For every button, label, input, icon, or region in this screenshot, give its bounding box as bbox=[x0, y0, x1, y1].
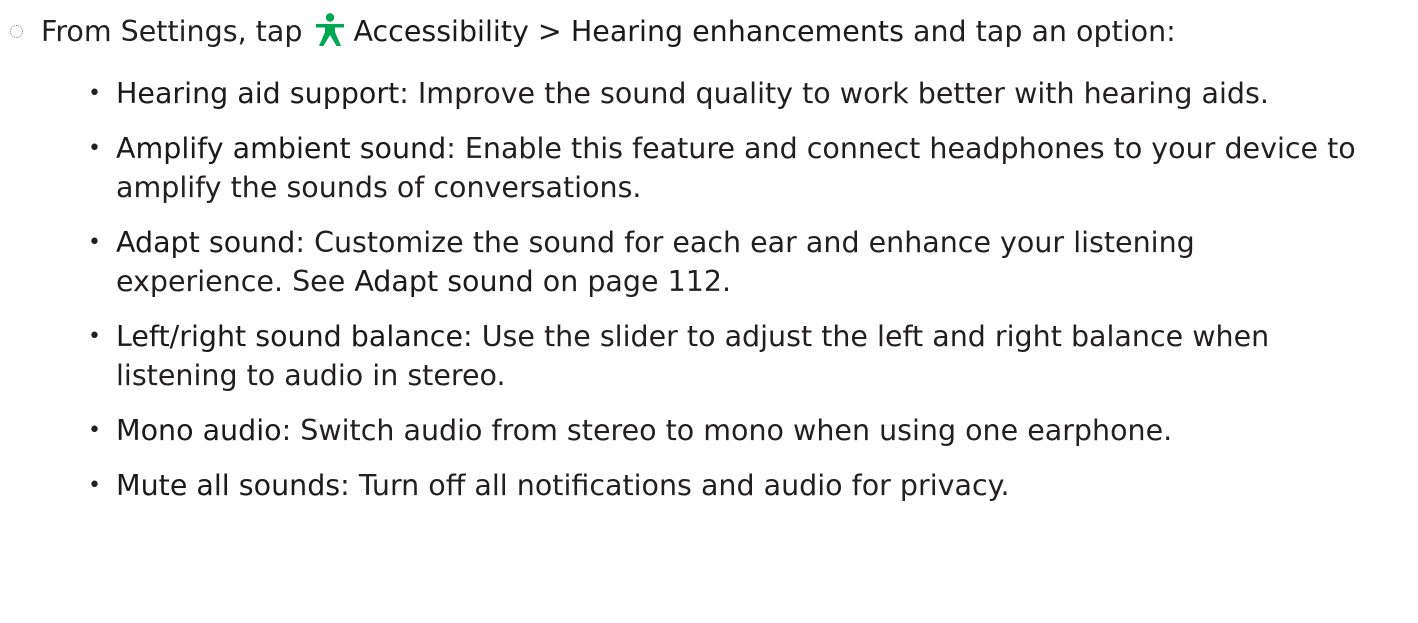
bullet-icon: • bbox=[88, 418, 101, 443]
menu-item-accessibility: Accessibility bbox=[353, 15, 529, 48]
option-description: Switch audio from stereo to mono when us… bbox=[300, 414, 1173, 447]
bullet-icon: • bbox=[88, 136, 101, 161]
menu-item-hearing-enhancements: Hearing enhancements bbox=[570, 15, 904, 48]
list-item: • Adapt sound: Customize the sound for e… bbox=[88, 223, 1336, 301]
accessibility-icon bbox=[316, 13, 345, 46]
option-description: Turn off all notifications and audio for… bbox=[358, 469, 1010, 502]
path-separator: > bbox=[537, 15, 562, 48]
list-item: • Amplify ambient sound: Enable this fea… bbox=[88, 129, 1406, 207]
list-item: • Hearing aid support: Improve the sound… bbox=[88, 74, 1316, 113]
bullet-icon: • bbox=[88, 324, 101, 349]
options-list: • Hearing aid support: Improve the sound… bbox=[88, 74, 1408, 521]
option-title: Mono audio bbox=[116, 414, 282, 447]
list-item: • Mono audio: Switch audio from stereo t… bbox=[88, 411, 1408, 450]
bullet-icon: • bbox=[88, 473, 101, 498]
list-item: • Left/right sound balance: Use the slid… bbox=[88, 317, 1376, 395]
option-title: Adapt sound bbox=[116, 226, 296, 259]
list-item: • Mute all sounds: Turn off all notifica… bbox=[88, 466, 1408, 505]
option-title: Amplify ambient sound bbox=[116, 132, 447, 165]
instruction-step: From Settings, tap Accessibility > Heari… bbox=[10, 10, 1410, 54]
adapt-sound-link[interactable]: Adapt sound bbox=[354, 265, 533, 298]
step-outro: and tap an option: bbox=[913, 15, 1176, 48]
bullet-icon: • bbox=[88, 230, 101, 255]
manual-page: From Settings, tap Accessibility > Heari… bbox=[0, 0, 1418, 623]
step-marker-icon bbox=[10, 25, 23, 38]
option-description: Improve the sound quality to work better… bbox=[417, 77, 1269, 110]
bullet-icon: • bbox=[88, 81, 101, 106]
step-intro: From Settings, tap bbox=[41, 15, 303, 48]
option-title: Hearing aid support bbox=[116, 77, 400, 110]
option-title: Mute all sounds bbox=[116, 469, 341, 502]
option-suffix: on page 112. bbox=[542, 265, 732, 298]
option-title: Left/right sound balance bbox=[116, 320, 464, 353]
